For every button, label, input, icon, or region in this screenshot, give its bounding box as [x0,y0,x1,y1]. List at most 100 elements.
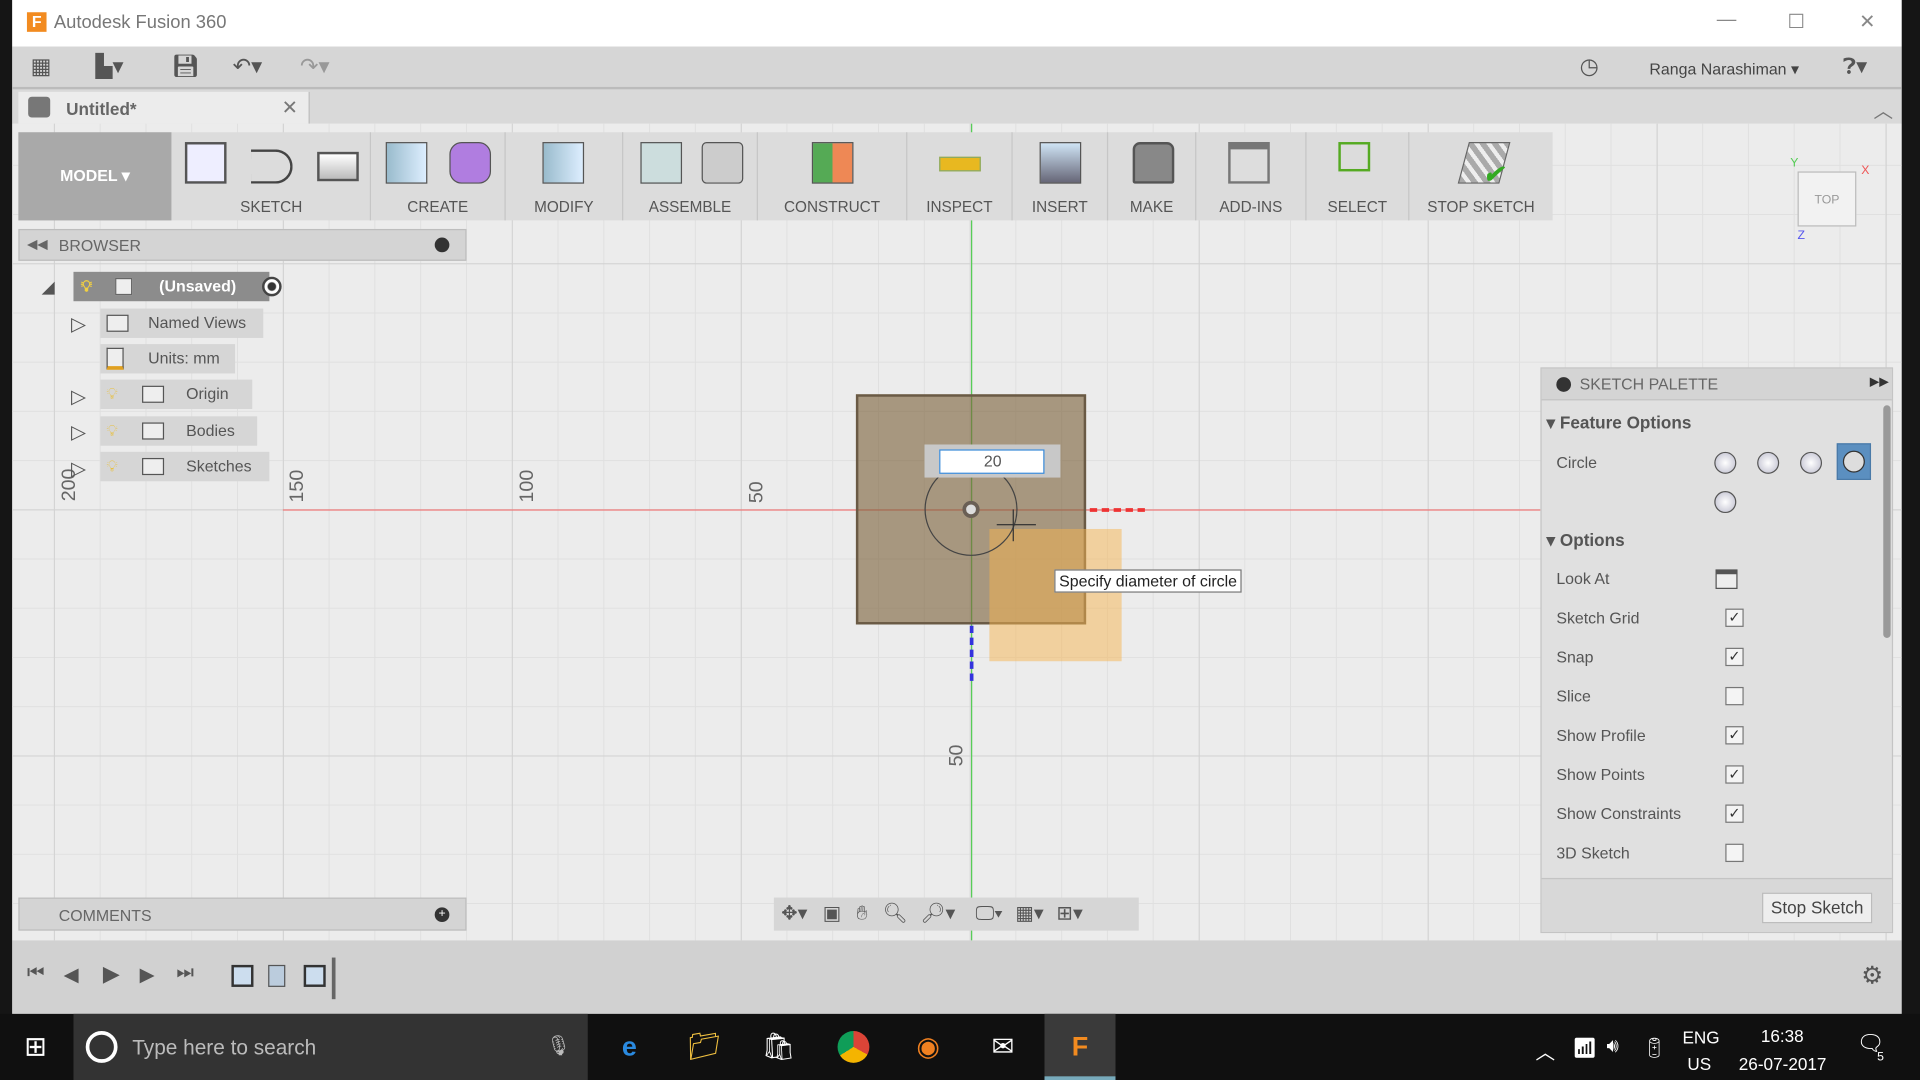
show-constraints-checkbox[interactable]: ✓ [1725,804,1744,823]
line-icon[interactable] [251,149,293,184]
rectangle-icon[interactable] [317,151,359,182]
timeline-extrude-feature-icon[interactable] [268,964,286,987]
zoom-icon[interactable]: 🔍︎ [883,904,908,925]
create-sketch-icon[interactable] [184,142,227,184]
collapse-icon[interactable]: ︿ [1873,94,1893,123]
browser-root-node[interactable]: 💡︎ (Unsaved) [73,271,270,302]
expand-icon[interactable]: ▷ [71,312,86,336]
mail-icon[interactable]: ✉ [982,1026,1024,1068]
viewports-icon[interactable]: ⊞▾ [1057,904,1083,925]
diameter-input[interactable]: 20 [939,449,1045,474]
step-back-icon[interactable]: ◀ [64,962,79,986]
close-tab-icon[interactable]: ✕ [282,96,298,120]
snap-checkbox[interactable]: ✓ [1725,647,1744,667]
center-diameter-circle-icon[interactable] [1714,451,1737,474]
microphone-icon[interactable]: 🎙︎ [546,1033,571,1057]
stop-sketch-palette-button[interactable]: Stop Sketch [1762,892,1873,924]
job-status-clock-icon[interactable]: ◷ [1580,54,1599,83]
ribbon-group-add-ins[interactable]: ADD-INS [1196,132,1307,221]
sketch-grid-checkbox[interactable]: ✓ [1725,608,1744,627]
file-explorer-icon[interactable]: 📁︎ [683,1026,725,1068]
look-at-icon[interactable] [1715,569,1738,589]
save-icon[interactable]: 💾︎ [171,54,199,83]
document-tab[interactable]: Untitled* ✕ [18,91,310,124]
blender-icon[interactable]: ◉ [907,1026,949,1068]
expand-palette-icon[interactable]: ▶▶ [1870,376,1889,389]
activate-radio-icon[interactable] [262,276,282,297]
visibility-bulb-icon[interactable]: 💡︎ [81,272,92,301]
show-points-checkbox[interactable]: ✓ [1725,765,1744,784]
minimize-button[interactable]: — [1708,10,1745,37]
insert-image-icon[interactable] [1039,142,1082,184]
joint-icon[interactable] [701,142,744,184]
browser-item-named-views[interactable]: Named Views [100,308,264,338]
expand-icon[interactable]: ▷ [71,457,86,481]
go-to-start-icon[interactable]: ⏮ [27,962,45,984]
stop-sketch-button[interactable]: ✔ STOP SKETCH [1409,132,1552,220]
maximize-button[interactable]: ☐ [1778,10,1815,37]
region-indicator[interactable]: US [1687,1054,1711,1074]
fusion-360-taskbar-icon[interactable]: F [1044,1013,1116,1080]
visibility-bulb-icon[interactable]: 💡︎ [107,416,118,445]
taskbar-search-box[interactable]: Type here to search 🎙︎ [73,1013,588,1080]
collapse-browser-icon[interactable]: ◀◀ [27,236,48,253]
diameter-dimension-icon-active[interactable] [1836,443,1872,481]
data-panel-grid-icon[interactable]: ▦ [31,54,52,83]
windows-start-icon[interactable]: ⊞ [15,1026,57,1068]
add-comment-icon[interactable]: + [434,907,450,923]
user-menu[interactable]: Ranga Narashiman ▾ [1649,60,1799,80]
language-indicator[interactable]: ENG [1682,1027,1719,1047]
ribbon-group-construct[interactable]: CONSTRUCT [758,132,908,221]
ribbon-group-modify[interactable]: MODIFY [506,132,624,221]
slice-checkbox[interactable] [1725,686,1744,706]
two-point-circle-icon[interactable] [1757,451,1780,474]
measure-icon[interactable] [939,156,981,172]
show-hidden-icons-chevron[interactable]: ︿ [1536,1036,1556,1065]
orbit-icon[interactable]: ✥▾ [781,904,807,925]
battery-icon[interactable]: 🔋︎ [1642,1036,1667,1060]
palette-header[interactable]: SKETCH PALETTE ▶▶ [1541,368,1892,401]
clock-time[interactable]: 16:38 [1761,1026,1804,1046]
browser-item-bodies[interactable]: 💡︎ Bodies [100,416,258,446]
view-cube[interactable]: TOP [1797,171,1857,227]
extrude-icon[interactable] [385,142,428,184]
scripts-addins-icon[interactable] [1228,142,1270,184]
undo-icon[interactable]: ↶▾ [233,54,263,83]
timeline-sketch-feature-icon[interactable] [303,964,326,987]
browser-item-origin[interactable]: 💡︎ Origin [100,379,253,409]
browser-item-units[interactable]: Units: mm [100,344,236,374]
ribbon-group-sketch[interactable]: SKETCH [173,132,372,221]
clock-date[interactable]: 26-07-2017 [1739,1054,1827,1074]
new-component-icon[interactable] [640,142,683,184]
press-pull-icon[interactable] [542,142,585,184]
chrome-icon[interactable] [833,1026,875,1068]
form-icon[interactable] [449,142,492,184]
palette-scrollbar[interactable] [1883,405,1891,638]
redo-icon[interactable]: ↷▾ [300,54,330,83]
feature-options-section[interactable]: ▾ Feature Options [1547,413,1692,434]
ribbon-group-make[interactable]: MAKE [1108,132,1197,221]
offset-plane-icon[interactable] [811,142,854,184]
step-forward-icon[interactable]: ▶ [140,962,155,986]
timeline-settings-gear-icon[interactable]: ⚙ [1861,960,1883,991]
close-button[interactable]: ✕ [1849,10,1886,37]
ribbon-group-create[interactable]: CREATE [371,132,506,221]
fit-icon[interactable]: 🔎︎▾ [921,904,956,925]
browser-panel-header[interactable]: ◀◀ BROWSER [18,228,467,261]
play-icon[interactable]: ▶ [103,961,120,987]
grid-settings-icon[interactable]: ▦▾ [1015,904,1043,925]
palette-minimize-icon[interactable] [1556,377,1572,392]
options-section[interactable]: ▾ Options [1547,530,1625,551]
ribbon-group-select[interactable]: SELECT [1307,132,1410,221]
expand-icon[interactable]: ▷ [71,384,86,408]
root-expand-icon[interactable]: ◢ [42,277,55,298]
help-icon[interactable]: ❓︎▾ [1843,54,1867,83]
browser-minimize-icon[interactable] [434,237,450,253]
visibility-bulb-icon[interactable]: 💡︎ [107,380,118,409]
visibility-bulb-icon[interactable]: 💡︎ [107,452,118,481]
ribbon-group-insert[interactable]: INSERT [1013,132,1109,221]
pan-icon[interactable]: ✋︎ [856,904,867,925]
look-at-icon[interactable]: ▣ [823,904,842,925]
expand-icon[interactable]: ▷ [71,420,86,444]
file-menu-icon[interactable]: ▙▾ [96,54,124,83]
